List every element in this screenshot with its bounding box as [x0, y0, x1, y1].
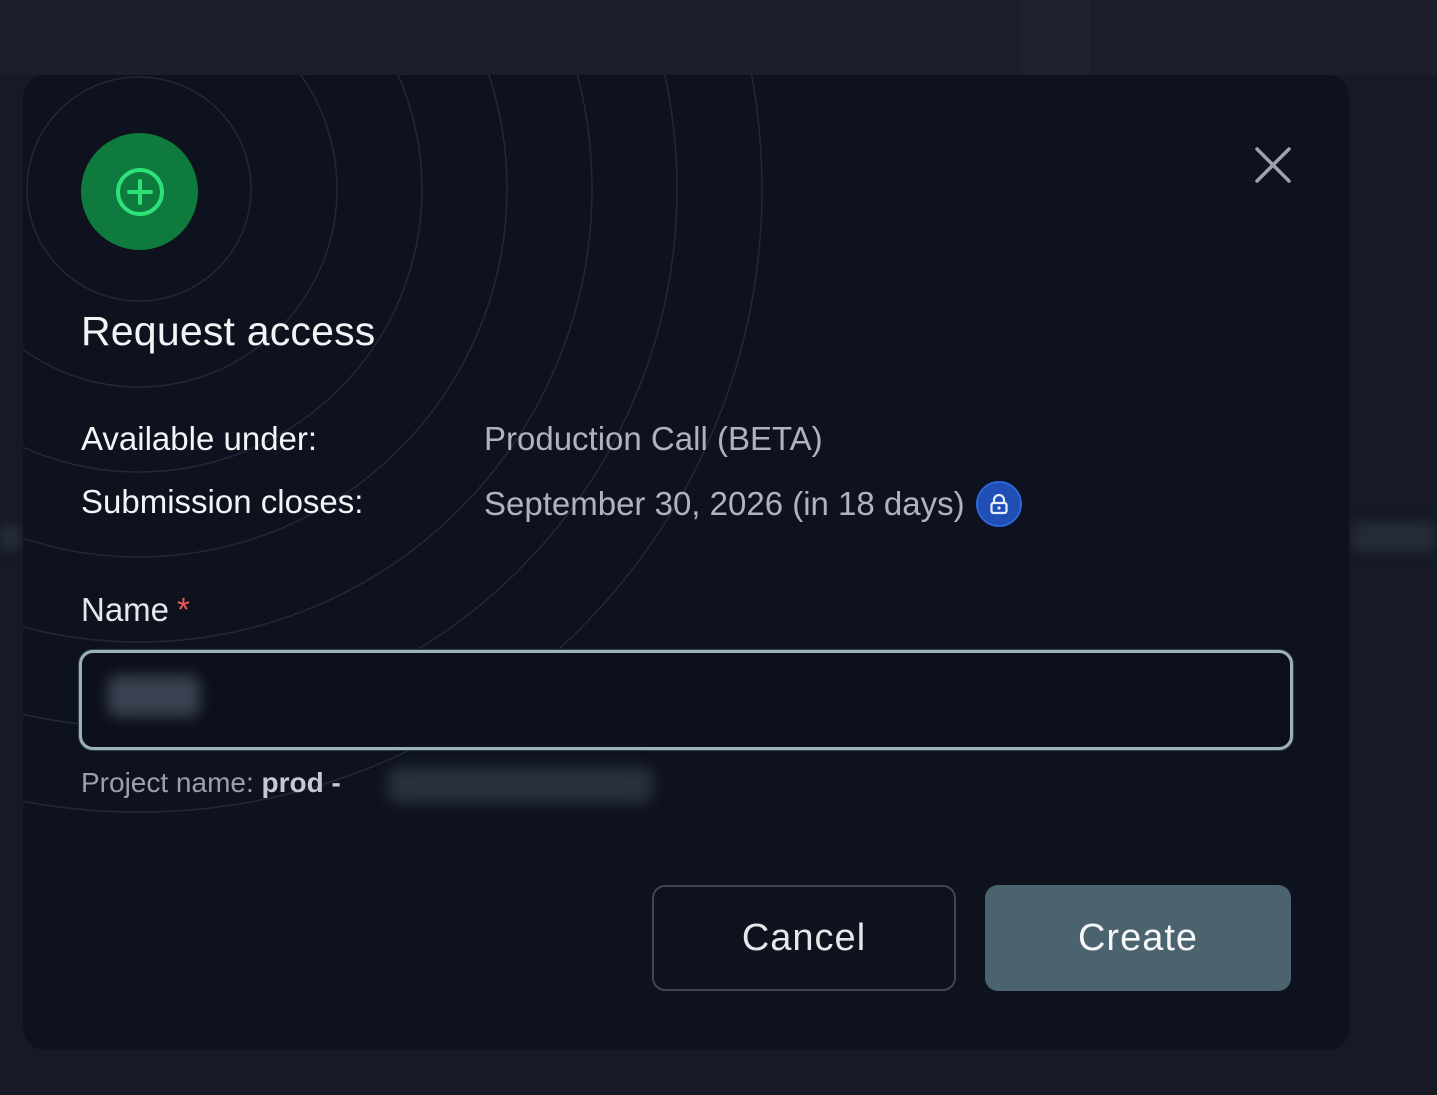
submission-closes-text: September 30, 2026 (in 18 days): [484, 485, 965, 522]
submission-closes-label: Submission closes:: [81, 483, 364, 520]
create-button[interactable]: Create: [985, 885, 1291, 991]
name-field-label: Name *: [81, 591, 190, 629]
lock-badge[interactable]: [975, 481, 1022, 527]
required-marker: *: [177, 591, 190, 628]
name-input[interactable]: [79, 650, 1293, 750]
plus-circle-icon: [115, 167, 164, 216]
available-under-text: Production Call (BETA): [484, 420, 823, 457]
backdrop-column: [1020, 0, 1090, 75]
hint-redacted-text: [388, 767, 653, 803]
request-access-dialog: Request access Available under: Producti…: [23, 75, 1349, 1050]
backdrop-obscured-text-left: [0, 525, 20, 550]
plus-circle-badge: [81, 133, 198, 250]
backdrop-header: [0, 0, 1437, 75]
hint-prefix: Project name:: [81, 767, 262, 798]
available-under-label: Available under:: [81, 420, 318, 457]
close-button[interactable]: [1250, 142, 1296, 188]
name-input-redacted-value: [108, 675, 200, 717]
dialog-title: Request access: [81, 308, 376, 354]
backdrop-obscured-text: [1352, 522, 1437, 552]
submission-closes-value: September 30, 2026 (in 18 days): [484, 481, 1022, 527]
cancel-button[interactable]: Cancel: [652, 885, 956, 991]
close-icon: [1255, 147, 1291, 183]
available-under-value: Production Call (BETA): [484, 420, 823, 458]
lock-icon: [990, 493, 1008, 515]
project-name-hint: Project name: prod -: [81, 767, 341, 799]
hint-bold: prod -: [261, 767, 341, 798]
name-label-text: Name: [81, 591, 170, 628]
